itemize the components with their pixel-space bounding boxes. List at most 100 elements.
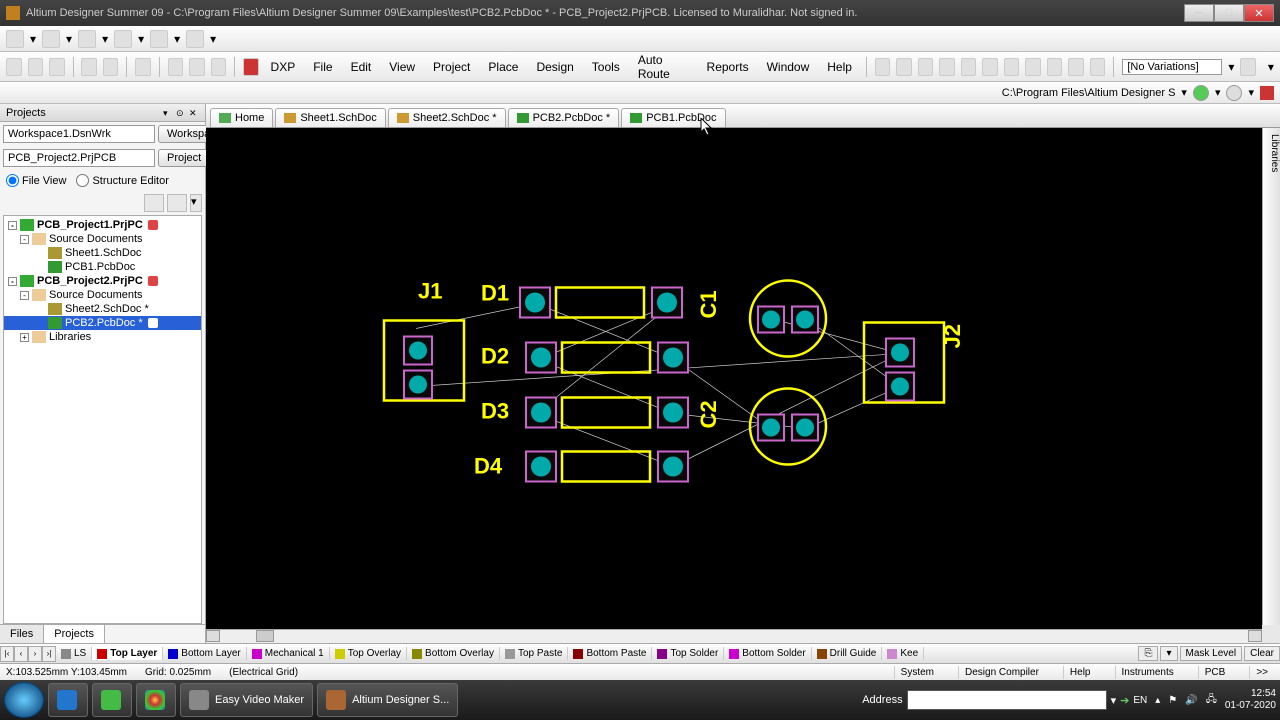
project-button[interactable]: Project [158, 149, 210, 167]
menu-view[interactable]: View [383, 58, 421, 76]
tree-project[interactable]: -PCB_Project2.PrjPC [4, 274, 201, 288]
scroll-thumb[interactable] [256, 630, 274, 642]
menu-design[interactable]: Design [530, 58, 579, 76]
status-compiler[interactable]: Design Compiler [958, 666, 1045, 679]
tab-pcb1[interactable]: PCB1.PcbDoc [621, 108, 725, 127]
status-instruments[interactable]: Instruments [1115, 666, 1180, 679]
tool-icon[interactable] [150, 30, 168, 48]
taskbar-app-altium[interactable]: Altium Designer S... [317, 683, 458, 717]
flag-icon[interactable]: ⚑ [1168, 695, 1177, 706]
tool-icon[interactable] [1004, 58, 1020, 76]
tool-icon[interactable] [1090, 58, 1106, 76]
menu-project[interactable]: Project [427, 58, 476, 76]
tree-doc[interactable]: Sheet1.SchDoc [4, 246, 201, 260]
tool-icon[interactable] [875, 58, 891, 76]
preview-icon[interactable] [103, 58, 119, 76]
clock[interactable]: 12:54 01-07-2020 [1225, 688, 1276, 712]
open-icon[interactable] [28, 58, 44, 76]
layers-icon[interactable] [135, 58, 151, 76]
ltab-tsolder[interactable]: Top Solder [652, 647, 724, 660]
start-button[interactable] [4, 682, 44, 718]
tool-icon[interactable] [42, 30, 60, 48]
menu-place[interactable]: Place [482, 58, 524, 76]
flag-icon[interactable] [243, 58, 259, 76]
tree-doc[interactable]: PCB1.PcbDoc [4, 260, 201, 274]
tool-icon[interactable] [896, 58, 912, 76]
tree-folder[interactable]: -Source Documents [4, 232, 201, 246]
tool-icon[interactable] [982, 58, 998, 76]
menu-edit[interactable]: Edit [345, 58, 378, 76]
system-tray[interactable]: EN ▴ ⚑ 🔊 🖧 12:54 01-07-2020 [1133, 688, 1276, 712]
panel-tool-icon[interactable] [144, 194, 164, 212]
tab-sheet1[interactable]: Sheet1.SchDoc [275, 108, 385, 127]
close-button[interactable]: ✕ [1244, 4, 1274, 22]
tree-doc[interactable]: Sheet2.SchDoc * [4, 302, 201, 316]
project-input[interactable] [3, 149, 155, 167]
fileview-radio[interactable]: File View [6, 174, 66, 187]
workspace-input[interactable] [3, 125, 155, 143]
ltab-ls[interactable]: LS [56, 647, 92, 660]
network-icon[interactable]: 🖧 [1206, 692, 1217, 709]
tool-icon[interactable] [961, 58, 977, 76]
files-tab[interactable]: Files [0, 625, 44, 643]
tab-home[interactable]: Home [210, 108, 273, 127]
tree-doc-selected[interactable]: PCB2.PcbDoc * [4, 316, 201, 330]
clear-button[interactable]: Clear [1244, 646, 1280, 661]
ltab-prev-icon[interactable]: ‹ [14, 646, 28, 662]
scroll-left-icon[interactable] [206, 630, 220, 642]
status-help[interactable]: Help [1063, 666, 1097, 679]
ltab-drill[interactable]: Drill Guide [812, 647, 883, 660]
ltab-boverlay[interactable]: Bottom Overlay [407, 647, 500, 660]
zoom-area-icon[interactable] [189, 58, 205, 76]
status-pcb[interactable]: PCB [1198, 666, 1232, 679]
grid-icon[interactable] [186, 30, 204, 48]
ltab-toverlay[interactable]: Top Overlay [330, 647, 407, 660]
new-icon[interactable] [6, 58, 22, 76]
menu-tools[interactable]: Tools [586, 58, 626, 76]
pin-icon[interactable]: ⊙ [176, 108, 186, 118]
tool-icon[interactable] [78, 30, 96, 48]
taskbar-pinned[interactable] [48, 683, 88, 717]
tab-sheet2[interactable]: Sheet2.SchDoc * [388, 108, 506, 127]
tab-pcb2[interactable]: PCB2.PcbDoc * [508, 108, 620, 127]
close-panel-icon[interactable]: ✕ [189, 108, 199, 118]
status-system[interactable]: System [894, 666, 940, 679]
tray-up-icon[interactable]: ▴ [1155, 695, 1160, 706]
text-icon[interactable] [1068, 58, 1084, 76]
nav-fwd-icon[interactable] [1226, 85, 1242, 101]
lang-indicator[interactable]: EN [1133, 695, 1147, 706]
tool-icon[interactable] [114, 30, 132, 48]
go-icon[interactable]: ➔ [1120, 694, 1129, 707]
panel-dropdown-icon[interactable]: ▾ [190, 194, 202, 212]
nav-back-icon[interactable] [1193, 85, 1209, 101]
menu-window[interactable]: Window [761, 58, 816, 76]
scroll-right-icon[interactable] [1248, 630, 1262, 642]
horizontal-scrollbar[interactable] [206, 629, 1262, 643]
tool-icon[interactable] [1047, 58, 1063, 76]
ltab-bsolder[interactable]: Bottom Solder [724, 647, 811, 660]
minimize-button[interactable]: ─ [1184, 4, 1214, 22]
taskbar-app-evm[interactable]: Easy Video Maker [180, 683, 313, 717]
taskbar-pinned[interactable] [136, 683, 176, 717]
ltab-tpaste[interactable]: Top Paste [500, 647, 568, 660]
pcb-canvas[interactable]: J1 D1 D2 D3 D4 [206, 128, 1262, 629]
menu-autoroute[interactable]: Auto Route [632, 51, 695, 83]
dropdown-icon[interactable]: ▾ [1160, 646, 1177, 661]
zoom-fit-icon[interactable] [168, 58, 184, 76]
variations-dropdown[interactable]: [No Variations] [1122, 59, 1222, 75]
mask-button[interactable]: Mask Level [1180, 646, 1243, 661]
snap-icon[interactable]: ⎘ [1138, 646, 1158, 661]
tool-icon[interactable] [6, 30, 24, 48]
ltab-last-icon[interactable]: ›| [42, 646, 56, 662]
libraries-panel-tab[interactable]: Libraries [1262, 128, 1280, 625]
taskbar-pinned[interactable] [92, 683, 132, 717]
ltab-bottom[interactable]: Bottom Layer [163, 647, 246, 660]
tree-folder[interactable]: +Libraries [4, 330, 201, 344]
zoom-icon[interactable] [211, 58, 227, 76]
ltab-bpaste[interactable]: Bottom Paste [568, 647, 652, 660]
save-icon[interactable] [49, 58, 65, 76]
menu-reports[interactable]: Reports [701, 58, 755, 76]
collapse-icon[interactable]: ▾ [163, 108, 173, 118]
structure-radio[interactable]: Structure Editor [76, 174, 168, 187]
tree-project[interactable]: -PCB_Project1.PrjPC [4, 218, 201, 232]
